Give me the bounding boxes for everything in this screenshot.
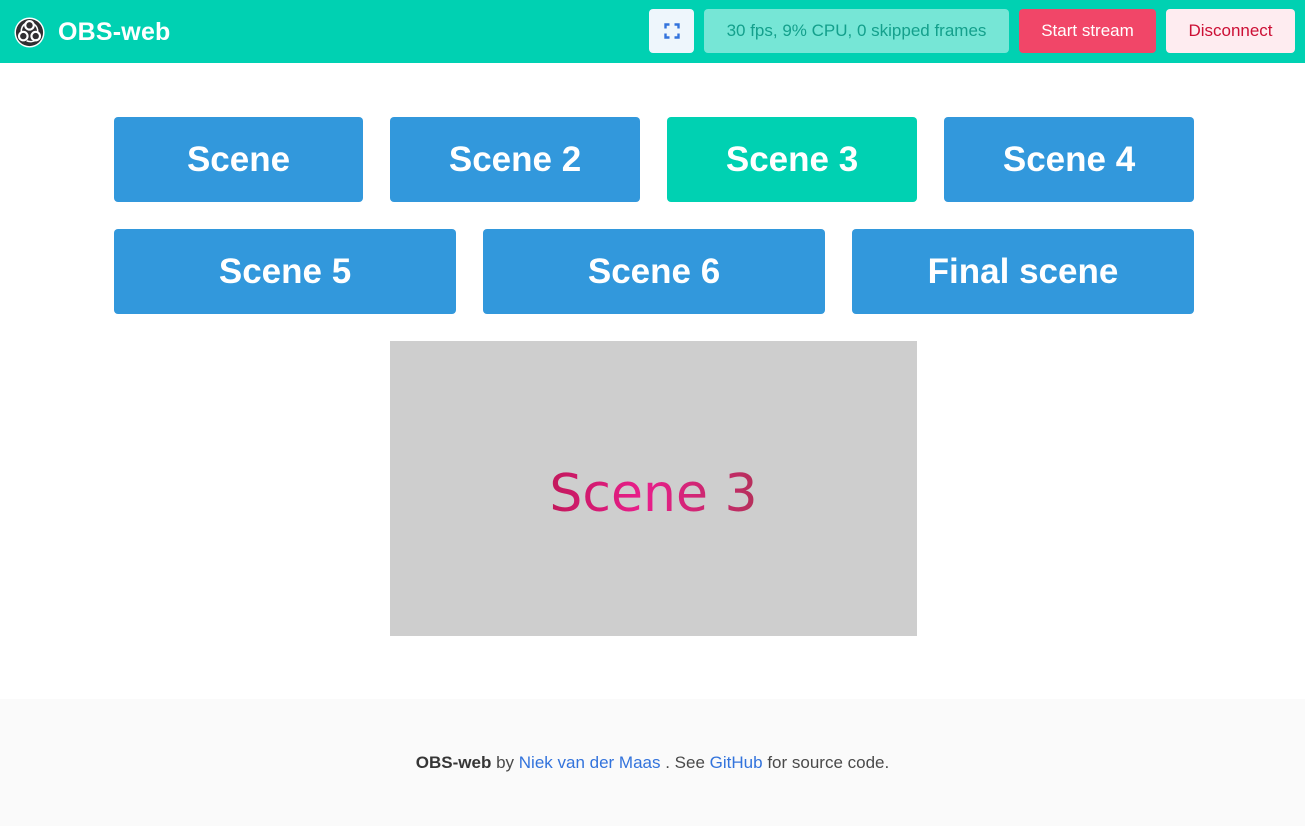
preview-scene-text: Scene 3 (549, 463, 758, 524)
github-link[interactable]: GitHub (710, 753, 763, 773)
scene-button-6[interactable]: Scene 6 (483, 229, 825, 314)
disconnect-button[interactable]: Disconnect (1166, 9, 1295, 53)
scene-button-final[interactable]: Final scene (852, 229, 1194, 314)
footer: OBS-web by Niek van der Maas . See GitHu… (0, 699, 1305, 826)
footer-suffix: for source code. (767, 752, 890, 772)
stats-display: 30 fps, 9% CPU, 0 skipped frames (704, 9, 1009, 53)
navbar: OBS-web 30 fps, 9% CPU, 0 skipped frames… (0, 0, 1305, 63)
fullscreen-button[interactable] (649, 9, 694, 53)
scene-button-2[interactable]: Scene 2 (390, 117, 640, 202)
obs-logo-icon (14, 16, 45, 48)
navbar-actions: 30 fps, 9% CPU, 0 skipped frames Start s… (649, 9, 1295, 53)
author-link[interactable]: Niek van der Maas (519, 753, 661, 773)
scene-button-1[interactable]: Scene (114, 117, 363, 202)
app-title: OBS-web (58, 17, 171, 46)
scene-preview: Scene 3 (390, 341, 917, 636)
footer-see: . See (665, 752, 705, 772)
footer-by: by (496, 752, 515, 772)
scene-button-3[interactable]: Scene 3 (667, 117, 917, 202)
start-stream-button[interactable]: Start stream (1019, 9, 1156, 53)
scene-button-4[interactable]: Scene 4 (944, 117, 1194, 202)
scene-button-5[interactable]: Scene 5 (114, 229, 456, 314)
brand[interactable]: OBS-web (14, 16, 171, 48)
footer-app-name: OBS-web (415, 752, 492, 772)
fullscreen-icon (663, 23, 680, 39)
